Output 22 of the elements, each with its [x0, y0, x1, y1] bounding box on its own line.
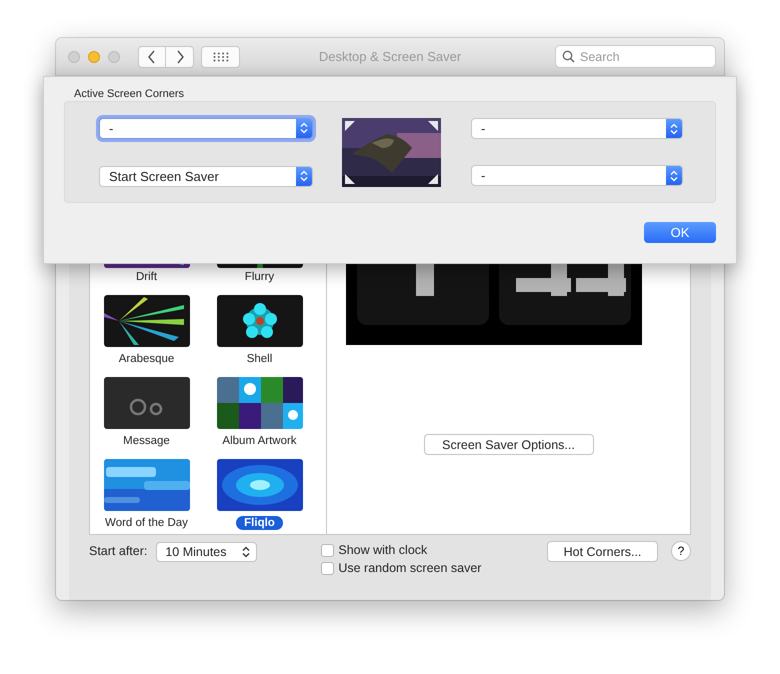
screen-saver-name[interactable]: Flurry: [236, 270, 282, 284]
start-after-popup[interactable]: 10 Minutes: [156, 542, 258, 562]
checkbox-label: Show with clock: [338, 543, 428, 557]
screen-saver-name[interactable]: Fliqlo: [236, 516, 283, 530]
corner-popup[interactable]: -: [471, 118, 683, 139]
corner-popup[interactable]: -: [471, 165, 683, 186]
screen-saver-name[interactable]: Word of the Day: [97, 516, 196, 530]
sheet-title: Active Screen Corners: [74, 88, 186, 101]
start-after-label: Start after:: [89, 544, 148, 558]
screen-saver-name[interactable]: Message: [115, 434, 178, 448]
ok-button[interactable]: OK: [644, 222, 716, 243]
screen-saver-options-button[interactable]: Screen Saver Options...: [424, 434, 594, 455]
corner-popup[interactable]: Start Screen Saver: [99, 166, 313, 186]
screen-saver-name[interactable]: Arabesque: [110, 352, 182, 366]
window-title: Desktop & Screen Saver: [318, 49, 462, 64]
help-button[interactable]: ?: [671, 541, 691, 561]
screen-saver-name[interactable]: Drift: [128, 270, 166, 284]
screen-saver-name[interactable]: Album Artwork: [214, 434, 305, 448]
screen-saver-name[interactable]: Shell: [238, 352, 280, 366]
search-field[interactable]: Search: [555, 45, 716, 68]
hot-corners-button[interactable]: Hot Corners...: [547, 541, 658, 562]
checkbox-label: Use random screen saver: [338, 561, 482, 575]
